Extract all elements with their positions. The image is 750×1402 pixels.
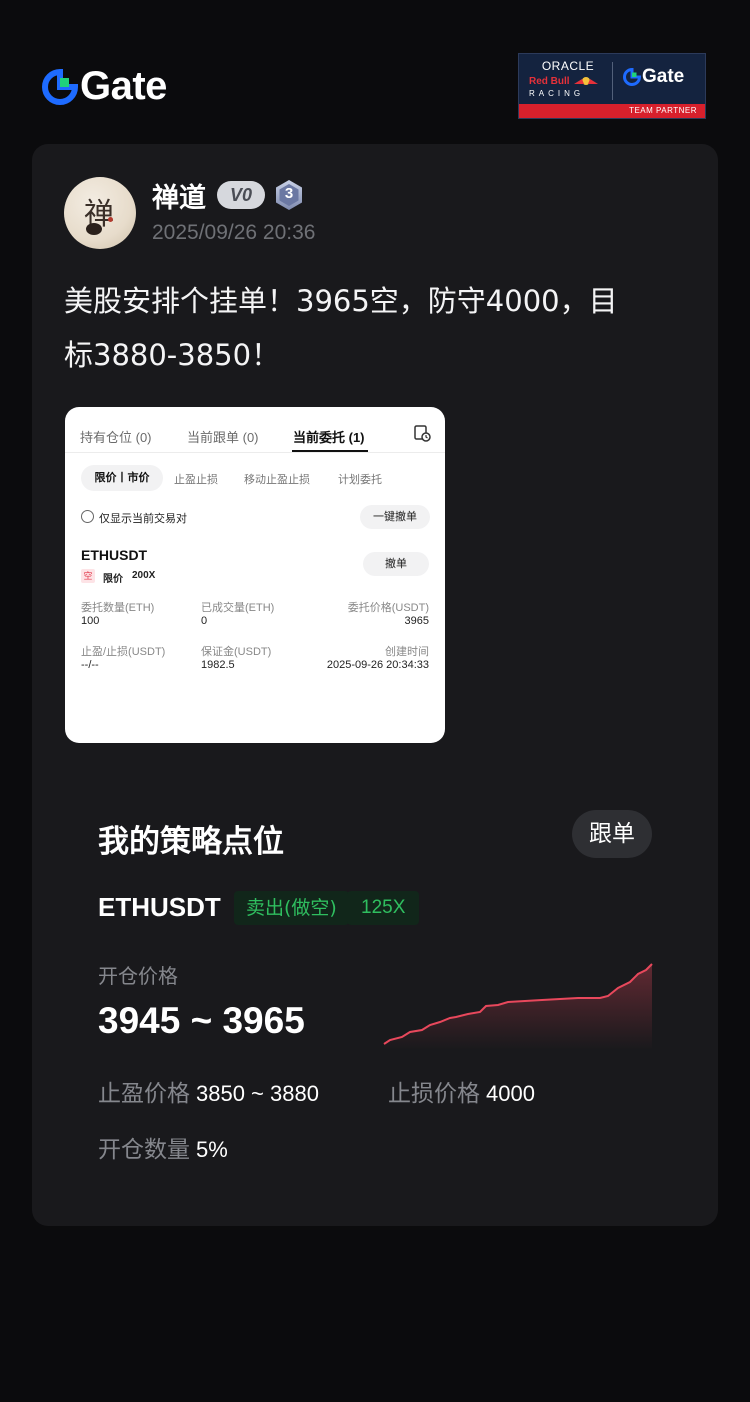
redbull-text: Red Bull bbox=[529, 75, 570, 87]
ss-pair: ETHUSDT bbox=[81, 547, 148, 563]
post-body-line-1: 美股安排个挂单！3965空，防守4000，目 bbox=[64, 284, 618, 318]
sparkline-area bbox=[384, 964, 652, 1050]
price-sparkline bbox=[383, 963, 653, 1050]
avatar-seal-dot bbox=[108, 217, 113, 222]
post-timestamp: 2025/09/26 20:36 bbox=[152, 221, 316, 244]
level-number: 3 bbox=[284, 185, 294, 202]
ss-tpsl-label: 止盈/止损(USDT) bbox=[81, 646, 166, 658]
ss-created-value: 2025-09-26 20:34:33 bbox=[326, 659, 429, 671]
position-size-row: 开仓数量 5% bbox=[98, 1130, 228, 1164]
stop-loss-value: 4000 bbox=[486, 1081, 535, 1106]
ss-tab-open-orders: 当前委托 (1) bbox=[293, 430, 365, 445]
post-body: 美股安排个挂单！3965空，防守4000，目 标3880-3850！ bbox=[64, 274, 684, 382]
ss-filled-value: 0 bbox=[201, 615, 208, 627]
ss-margin-value: 1982.5 bbox=[201, 659, 235, 671]
avatar-ink-dot bbox=[86, 223, 102, 235]
ss-filter-tpsl: 止盈止损 bbox=[174, 474, 218, 486]
attached-order-screenshot[interactable]: 持有仓位 (0) 当前跟单 (0) 当前委托 (1) 限价丨市价 止盈止损 移动… bbox=[65, 407, 445, 743]
entry-price-range: 3945 ~ 3965 bbox=[98, 1000, 305, 1041]
avatar[interactable]: 禅 bbox=[64, 177, 136, 249]
gate-logo: Gate bbox=[42, 64, 167, 109]
ss-filter-plan: 计划委托 bbox=[338, 474, 382, 486]
redbull-wordmark: Red Bull bbox=[529, 75, 607, 87]
ss-tab-copy-orders: 当前跟单 (0) bbox=[187, 430, 259, 445]
ss-leverage: 200X bbox=[132, 570, 156, 581]
oracle-wordmark: ORACLE bbox=[541, 59, 595, 73]
position-size-label: 开仓数量 bbox=[98, 1137, 190, 1163]
order-history-icon bbox=[414, 425, 431, 442]
stop-loss-label: 止损价格 bbox=[388, 1081, 480, 1107]
ss-price-label: 委托价格(USDT) bbox=[347, 602, 429, 614]
post-body-line-2: 标3880-3850！ bbox=[64, 338, 281, 372]
vip-badge: V0 bbox=[217, 181, 265, 209]
ss-side-badge: 空 bbox=[81, 569, 95, 583]
leverage-badge: 125X bbox=[347, 891, 420, 925]
ss-margin-label: 保证金(USDT) bbox=[201, 646, 272, 658]
post-card: 禅 禅道 V0 3 2025/09/26 20:36 美股安排个挂单！3965空… bbox=[32, 144, 718, 1226]
partner-divider bbox=[612, 62, 613, 100]
ss-tab-bar: 持有仓位 (0) 当前跟单 (0) 当前委托 (1) bbox=[65, 407, 445, 453]
ss-created-label: 创建时间 bbox=[385, 646, 429, 658]
take-profit-value: 3850 ~ 3880 bbox=[196, 1081, 319, 1106]
partner-gate-text: Gate bbox=[642, 66, 685, 87]
stop-loss-row: 止损价格 4000 bbox=[388, 1074, 535, 1108]
ss-tab-underline bbox=[292, 450, 368, 452]
ss-cancel-button: 撤单 bbox=[363, 552, 429, 576]
ss-qty-value: 100 bbox=[81, 615, 100, 627]
app-header: Gate ORACLE Red Bull RACING Gate TEAM PA… bbox=[0, 0, 750, 140]
strategy-pair: ETHUSDT bbox=[98, 892, 221, 922]
side-badge: 卖出(做空) bbox=[234, 891, 349, 925]
ss-filter-trailing: 移动止盈止损 bbox=[244, 474, 310, 486]
ss-radio-icon bbox=[81, 510, 94, 523]
username[interactable]: 禅道 bbox=[152, 176, 206, 215]
gate-logo-text: Gate bbox=[80, 64, 167, 108]
racing-wordmark: RACING bbox=[529, 89, 585, 98]
ss-filter-limit-market: 限价丨市价 bbox=[81, 465, 163, 491]
strategy-title: 我的策略点位 bbox=[98, 824, 284, 860]
take-profit-row: 止盈价格 3850 ~ 3880 bbox=[98, 1074, 319, 1108]
ss-tab-positions: 持有仓位 (0) bbox=[80, 430, 152, 445]
entry-price-label: 开仓价格 bbox=[98, 964, 178, 988]
gate-logo-small-icon bbox=[623, 68, 641, 86]
ss-filled-label: 已成交量(ETH) bbox=[201, 602, 275, 614]
team-partner-label: TEAM PARTNER bbox=[629, 106, 697, 115]
gate-logo-icon bbox=[42, 68, 78, 105]
ss-price-value: 3965 bbox=[404, 615, 429, 627]
position-size-value: 5% bbox=[196, 1137, 228, 1162]
level-badge: 3 bbox=[274, 179, 304, 211]
ss-only-current-label: 仅显示当前交易对 bbox=[99, 513, 187, 525]
redbull-bulls-icon bbox=[573, 77, 598, 85]
ss-tpsl-value: --/-- bbox=[81, 659, 99, 671]
follow-order-button[interactable]: 跟单 bbox=[572, 810, 652, 858]
partner-gate-logo: Gate bbox=[623, 66, 684, 88]
team-partner-banner: ORACLE Red Bull RACING Gate TEAM PARTNER bbox=[518, 53, 706, 119]
take-profit-label: 止盈价格 bbox=[98, 1081, 190, 1107]
partner-band: TEAM PARTNER bbox=[519, 104, 705, 118]
ss-cancel-all-button: 一键撤单 bbox=[360, 505, 430, 529]
ss-qty-label: 委托数量(ETH) bbox=[81, 602, 155, 614]
ss-order-type: 限价 bbox=[103, 574, 123, 585]
